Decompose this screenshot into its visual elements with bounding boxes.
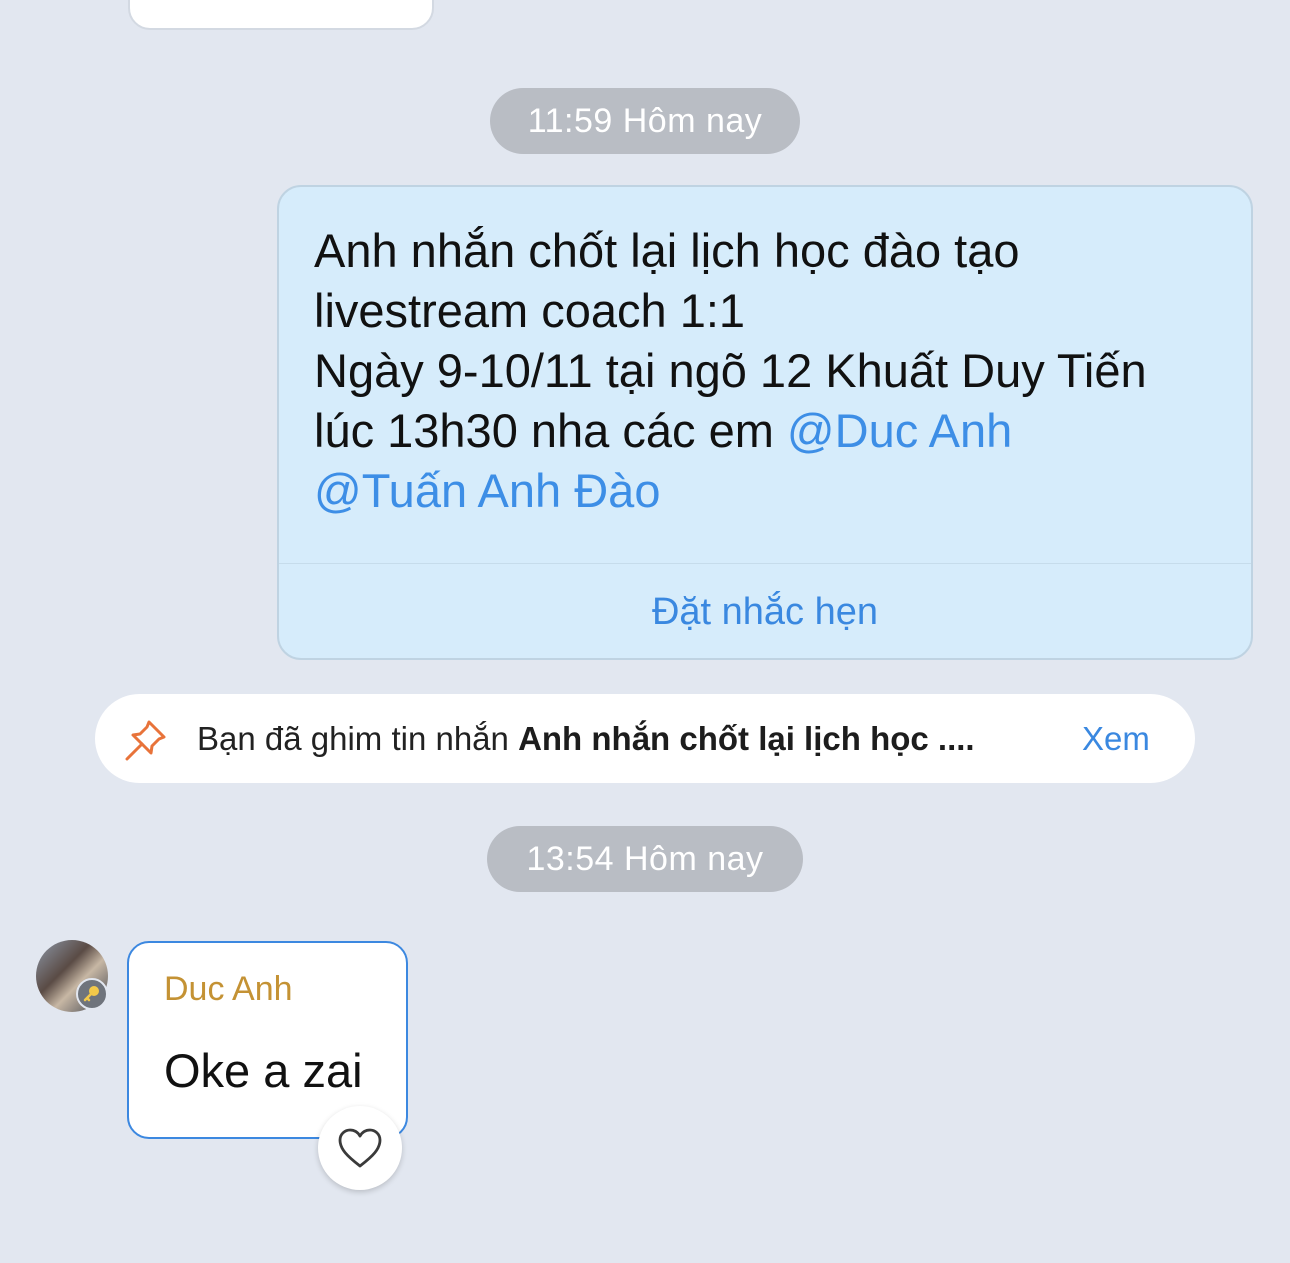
timestamp-pill: 13:54 Hôm nay xyxy=(487,826,803,892)
pin-notice-prefix: Bạn đã ghim tin nhắn xyxy=(197,720,519,757)
received-message-text: Oke a zai xyxy=(164,1044,363,1097)
message-line: Ngày 9-10/11 tại ngõ 12 Khuất Duy Tiến xyxy=(314,344,1147,397)
react-heart-button[interactable] xyxy=(318,1106,402,1190)
heart-icon xyxy=(338,1128,382,1168)
pin-icon xyxy=(125,720,166,761)
message-line: Anh nhắn chốt lại lịch học đào tạo xyxy=(314,224,1020,277)
set-reminder-button[interactable]: Đặt nhắc hẹn xyxy=(279,564,1251,658)
pin-notice-text: Bạn đã ghim tin nhắn Anh nhắn chốt lại l… xyxy=(197,694,975,783)
message-line-text: lúc 13h30 nha các em xyxy=(314,404,787,457)
sender-name[interactable]: Duc Anh xyxy=(164,970,293,1009)
pinned-message-excerpt: Anh nhắn chốt lại lịch học .... xyxy=(518,720,975,757)
message-line: lúc 13h30 nha các em @Duc Anh xyxy=(314,401,1234,461)
timestamp-pill: 11:59 Hôm nay xyxy=(490,88,800,154)
previous-message-bubble[interactable] xyxy=(128,0,434,30)
mention-tuan-anh-dao[interactable]: @Tuấn Anh Đào xyxy=(314,461,1234,521)
sent-message-bubble[interactable]: Anh nhắn chốt lại lịch học đào tạo lives… xyxy=(277,185,1253,660)
view-pinned-link[interactable]: Xem xyxy=(1082,694,1150,783)
message-line: livestream coach 1:1 xyxy=(314,284,746,337)
mention-duc-anh[interactable]: @Duc Anh xyxy=(787,404,1012,457)
sent-message-text: Anh nhắn chốt lại lịch học đào tạo lives… xyxy=(314,221,1234,521)
key-badge-icon xyxy=(76,978,108,1010)
